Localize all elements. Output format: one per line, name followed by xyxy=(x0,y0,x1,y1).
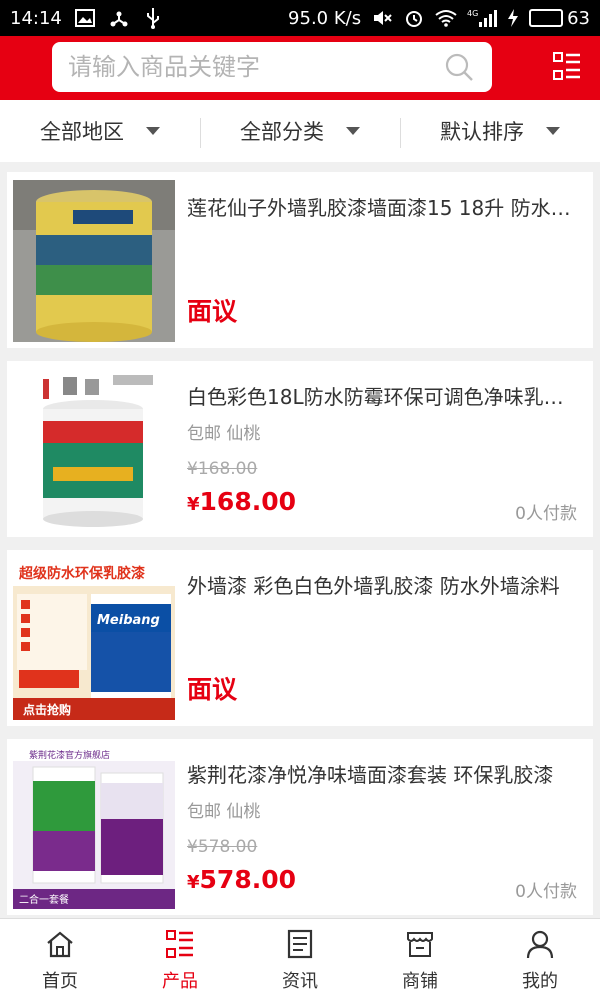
nav-shops-label: 商铺 xyxy=(402,970,438,992)
svg-text:紫荆花漆官方旗舰店: 紫荆花漆官方旗舰店 xyxy=(29,749,110,761)
search-input[interactable] xyxy=(68,53,442,81)
status-bar: 14:14 95.0 K/s 4G 63 xyxy=(0,0,600,36)
battery: 63 xyxy=(529,8,590,29)
grid-list-icon xyxy=(163,927,197,961)
alarm-icon xyxy=(403,7,425,29)
product-card[interactable]: 紫荆花漆官方旗舰店 二合一套餐 紫荆花漆净悦净味墙面漆套装 环保乳胶漆 包邮 仙… xyxy=(7,739,593,915)
network-share-icon xyxy=(108,7,130,29)
product-title[interactable]: 白色彩色18L防水防霉环保可调色净味乳胶漆 xyxy=(187,381,582,410)
nav-home-label: 首页 xyxy=(42,970,78,992)
image-notification-icon xyxy=(74,7,96,29)
category-menu-button[interactable] xyxy=(548,49,586,87)
svg-text:超级防水环保乳胶漆: 超级防水环保乳胶漆 xyxy=(18,565,145,582)
product-card[interactable]: 莲花仙子外墙乳胶漆墙面漆15 18升 防水防霉 面议 xyxy=(7,172,593,348)
signal-icon: 4G xyxy=(467,7,498,29)
svg-text:4G: 4G xyxy=(467,9,478,18)
svg-text:点击抢购: 点击抢购 xyxy=(23,702,71,717)
price-value: 168.00 xyxy=(199,487,297,516)
svg-text:Meibang: Meibang xyxy=(97,613,160,628)
product-image[interactable]: 紫荆花漆官方旗舰店 二合一套餐 xyxy=(13,747,175,909)
filter-sort-label: 默认排序 xyxy=(440,120,524,144)
current-price: ¥578.00 xyxy=(187,865,296,894)
product-card[interactable]: 超级防水环保乳胶漆 Meibang 点击抢购 外墙漆 彩色白色外墙乳胶漆 防水外… xyxy=(7,550,593,726)
current-price: ¥168.00 xyxy=(187,487,296,516)
caret-down-icon xyxy=(346,127,360,135)
list-menu-icon xyxy=(552,51,582,85)
status-right: 95.0 K/s 4G 63 xyxy=(288,7,590,29)
shop-icon xyxy=(403,927,437,961)
news-icon xyxy=(283,927,317,961)
mute-icon xyxy=(371,7,393,29)
header xyxy=(0,36,600,100)
nav-news-label: 资讯 xyxy=(282,970,318,992)
caret-down-icon xyxy=(146,127,160,135)
network-speed: 95.0 K/s xyxy=(288,7,362,29)
price-currency: ¥ xyxy=(187,872,200,893)
nav-products[interactable]: 产品 xyxy=(120,919,240,1000)
product-card[interactable]: 白色彩色18L防水防霉环保可调色净味乳胶漆 包邮 仙桃 ¥168.00 ¥168… xyxy=(7,361,593,537)
nav-mine[interactable]: 我的 xyxy=(480,919,600,1000)
battery-percent: 63 xyxy=(567,7,590,29)
status-left: 14:14 xyxy=(10,7,164,29)
bottom-nav: 首页 产品 资讯 商铺 我的 xyxy=(0,918,600,1000)
price-negotiable: 面议 xyxy=(187,675,238,704)
charging-icon xyxy=(507,7,519,29)
nav-mine-label: 我的 xyxy=(522,970,558,992)
filter-region-label: 全部地区 xyxy=(40,120,124,144)
filter-region[interactable]: 全部地区 xyxy=(0,100,200,162)
original-price: ¥578.00 xyxy=(187,837,258,857)
svg-text:二合一套餐: 二合一套餐 xyxy=(19,893,69,906)
user-icon xyxy=(523,927,557,961)
product-image[interactable] xyxy=(13,369,175,531)
product-title[interactable]: 外墙漆 彩色白色外墙乳胶漆 防水外墙涂料 xyxy=(187,570,582,599)
product-image[interactable] xyxy=(13,180,175,342)
wifi-icon xyxy=(435,7,457,29)
filter-bar: 全部地区 全部分类 默认排序 xyxy=(0,100,600,162)
product-meta: 包邮 仙桃 xyxy=(187,424,261,444)
search-icon[interactable] xyxy=(442,50,476,84)
product-meta: 包邮 仙桃 xyxy=(187,802,261,822)
filter-category-label: 全部分类 xyxy=(240,120,324,144)
nav-shops[interactable]: 商铺 xyxy=(360,919,480,1000)
home-icon xyxy=(43,927,77,961)
search-box[interactable] xyxy=(52,42,492,92)
price-negotiable: 面议 xyxy=(187,297,238,326)
nav-products-label: 产品 xyxy=(162,970,198,992)
price-value: 578.00 xyxy=(199,865,297,894)
caret-down-icon xyxy=(546,127,560,135)
product-title[interactable]: 莲花仙子外墙乳胶漆墙面漆15 18升 防水防霉 xyxy=(187,192,582,221)
sales-count: 0人付款 xyxy=(515,882,577,902)
battery-icon xyxy=(529,9,564,27)
product-image[interactable]: 超级防水环保乳胶漆 Meibang 点击抢购 xyxy=(13,558,175,720)
nav-news[interactable]: 资讯 xyxy=(240,919,360,1000)
sales-count: 0人付款 xyxy=(515,504,577,524)
status-time: 14:14 xyxy=(10,7,62,29)
filter-sort[interactable]: 默认排序 xyxy=(400,100,600,162)
product-title[interactable]: 紫荆花漆净悦净味墙面漆套装 环保乳胶漆 xyxy=(187,759,582,788)
original-price: ¥168.00 xyxy=(187,459,258,479)
nav-home[interactable]: 首页 xyxy=(0,919,120,1000)
usb-icon xyxy=(142,7,164,29)
filter-category[interactable]: 全部分类 xyxy=(200,100,400,162)
price-currency: ¥ xyxy=(187,494,200,515)
